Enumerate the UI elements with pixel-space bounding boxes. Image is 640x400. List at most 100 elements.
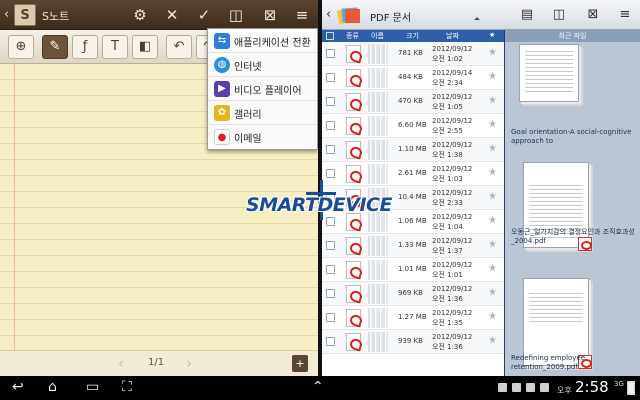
document-preview <box>529 293 583 325</box>
new-document-icon[interactable]: ▤ <box>518 6 536 24</box>
favorite-star-icon[interactable]: ★ <box>488 239 497 250</box>
recent-file-caption[interactable]: 오동근_일가치감의 결정요인과 조직효과성_2004.pdf <box>511 228 635 246</box>
file-date-time: 오전 2:55 <box>432 127 463 135</box>
favorite-star-icon[interactable]: ★ <box>488 167 497 178</box>
back-icon[interactable]: ‹ <box>4 7 9 22</box>
row-checkbox[interactable] <box>326 145 335 154</box>
table-row[interactable]: 484 KB 2012/09/14 오전 2:34 ★ <box>322 66 504 90</box>
favorite-star-icon[interactable]: ★ <box>488 263 497 274</box>
pdf-file-icon <box>346 285 361 303</box>
recent-file-thumbnail[interactable] <box>523 278 592 369</box>
settings-gear-icon[interactable]: ⚙ <box>130 5 150 25</box>
favorite-star-icon[interactable]: ★ <box>488 143 497 154</box>
column-favorite[interactable]: ★ <box>489 31 495 39</box>
notification-icon[interactable] <box>540 383 549 392</box>
home-button-icon[interactable]: ⌂ <box>48 379 57 395</box>
previous-page-icon[interactable]: ‹ <box>118 354 124 372</box>
file-name-redacted <box>368 140 388 160</box>
pdf-folder-icon[interactable] <box>336 3 362 27</box>
table-row[interactable]: 1.10 MB 2012/09/12 오전 1:38 ★ <box>322 138 504 162</box>
row-checkbox[interactable] <box>326 97 335 106</box>
row-checkbox[interactable] <box>326 265 335 274</box>
split-view-icon[interactable]: ◫ <box>226 5 246 25</box>
column-date[interactable]: 날짜 <box>446 31 459 41</box>
table-row[interactable]: 6.60 MB 2012/09/12 오전 2:55 ★ <box>322 114 504 138</box>
menu-icon[interactable]: ≡ <box>616 6 634 24</box>
checkmark-icon[interactable]: ✓ <box>194 5 214 25</box>
text-tool-icon[interactable]: T <box>102 35 128 59</box>
add-page-icon[interactable]: + <box>292 355 308 372</box>
file-size: 781 KB <box>398 49 423 57</box>
file-date: 2012/09/12 오전 1:02 <box>432 44 472 64</box>
table-row[interactable]: 781 KB 2012/09/12 오전 1:02 ★ <box>322 42 504 66</box>
close-window-icon[interactable]: ⊠ <box>260 5 280 25</box>
close-icon[interactable]: ✕ <box>162 5 182 25</box>
row-checkbox[interactable] <box>326 337 335 346</box>
file-size: 6.60 MB <box>398 121 427 129</box>
row-checkbox[interactable] <box>326 313 335 322</box>
menu-item-video-player[interactable]: ▶ 비디오 플레이어 <box>208 77 317 101</box>
notification-icon[interactable] <box>498 383 507 392</box>
table-row[interactable]: 1.27 MB 2012/09/12 오전 1:35 ★ <box>322 306 504 330</box>
eraser-icon[interactable]: ◧ <box>132 35 158 59</box>
insert-object-icon[interactable]: ⊕ <box>8 35 34 59</box>
favorite-star-icon[interactable]: ★ <box>488 71 497 82</box>
menu-item-app-switch[interactable]: ⇆ 애플리케이션 전환 <box>208 29 317 53</box>
row-checkbox[interactable] <box>326 169 335 178</box>
clock-time[interactable]: 2:58 <box>575 378 609 396</box>
file-size: 1.01 MB <box>398 265 427 273</box>
row-checkbox[interactable] <box>326 49 335 58</box>
recent-apps-icon[interactable]: ▭ <box>86 379 99 395</box>
mini-apps-tray-icon[interactable]: ⌃ <box>312 379 324 395</box>
snote-app-icon[interactable]: S <box>14 4 36 26</box>
file-date-day: 2012/09/12 <box>432 93 473 101</box>
file-date: 2012/09/12 오전 1:36 <box>432 284 472 304</box>
row-checkbox[interactable] <box>326 241 335 250</box>
favorite-star-icon[interactable]: ★ <box>488 311 497 322</box>
row-checkbox[interactable] <box>326 73 335 82</box>
pen-icon[interactable]: ✎ <box>42 35 68 59</box>
table-row[interactable]: 1.33 MB 2012/09/12 오전 1:37 ★ <box>322 234 504 258</box>
notification-icon[interactable] <box>526 383 535 392</box>
column-type[interactable]: 종류 <box>346 31 359 41</box>
recent-file-caption[interactable]: Goal orientation-A social-cognitive appr… <box>511 128 635 146</box>
menu-icon[interactable]: ≡ <box>292 5 312 25</box>
formula-pen-icon[interactable]: ƒ <box>72 35 98 59</box>
favorite-star-icon[interactable]: ★ <box>488 191 497 202</box>
split-view-icon[interactable]: ◫ <box>550 6 568 24</box>
close-window-icon[interactable]: ⊠ <box>584 6 602 24</box>
favorite-star-icon[interactable]: ★ <box>488 215 497 226</box>
column-name[interactable]: 이름 <box>371 31 384 41</box>
select-all-checkbox[interactable] <box>326 32 334 40</box>
file-date: 2012/09/12 오전 1:04 <box>432 212 472 232</box>
dropdown-caret-icon[interactable] <box>474 17 480 23</box>
file-date: 2012/09/12 오전 2:55 <box>432 116 472 136</box>
undo-icon[interactable]: ↶ <box>166 35 192 59</box>
file-size: 1.06 MB <box>398 217 427 225</box>
file-size: 939 KB <box>398 337 423 345</box>
favorite-star-icon[interactable]: ★ <box>488 95 497 106</box>
row-checkbox[interactable] <box>326 289 335 298</box>
table-row[interactable]: 969 KB 2012/09/12 오전 1:36 ★ <box>322 282 504 306</box>
menu-item-email[interactable]: ● 이메일 <box>208 125 317 149</box>
column-size[interactable]: 크기 <box>406 31 419 41</box>
gallery-icon: ✿ <box>214 105 230 121</box>
table-row[interactable]: 1.01 MB 2012/09/12 오전 1:01 ★ <box>322 258 504 282</box>
favorite-star-icon[interactable]: ★ <box>488 47 497 58</box>
recent-file-thumbnail[interactable] <box>519 44 579 102</box>
recent-file-caption[interactable]: Redefining employee retention_2009.pdf <box>511 354 635 372</box>
next-page-icon[interactable]: › <box>186 354 192 372</box>
favorite-star-icon[interactable]: ★ <box>488 119 497 130</box>
menu-item-internet[interactable]: ◍ 인터넷 <box>208 53 317 77</box>
back-button-icon[interactable]: ↩ <box>12 379 24 395</box>
table-row[interactable]: 939 KB 2012/09/12 오전 1:36 ★ <box>322 330 504 354</box>
back-icon[interactable]: ‹ <box>326 7 331 22</box>
table-row[interactable]: 470 KB 2012/09/12 오전 1:05 ★ <box>322 90 504 114</box>
favorite-star-icon[interactable]: ★ <box>488 335 497 346</box>
screenshot-icon[interactable]: ⛶ <box>122 379 132 395</box>
row-checkbox[interactable] <box>326 121 335 130</box>
favorite-star-icon[interactable]: ★ <box>488 287 497 298</box>
menu-item-gallery[interactable]: ✿ 갤러리 <box>208 101 317 125</box>
notification-icon[interactable] <box>512 383 521 392</box>
file-date-time: 오전 1:37 <box>432 247 463 255</box>
